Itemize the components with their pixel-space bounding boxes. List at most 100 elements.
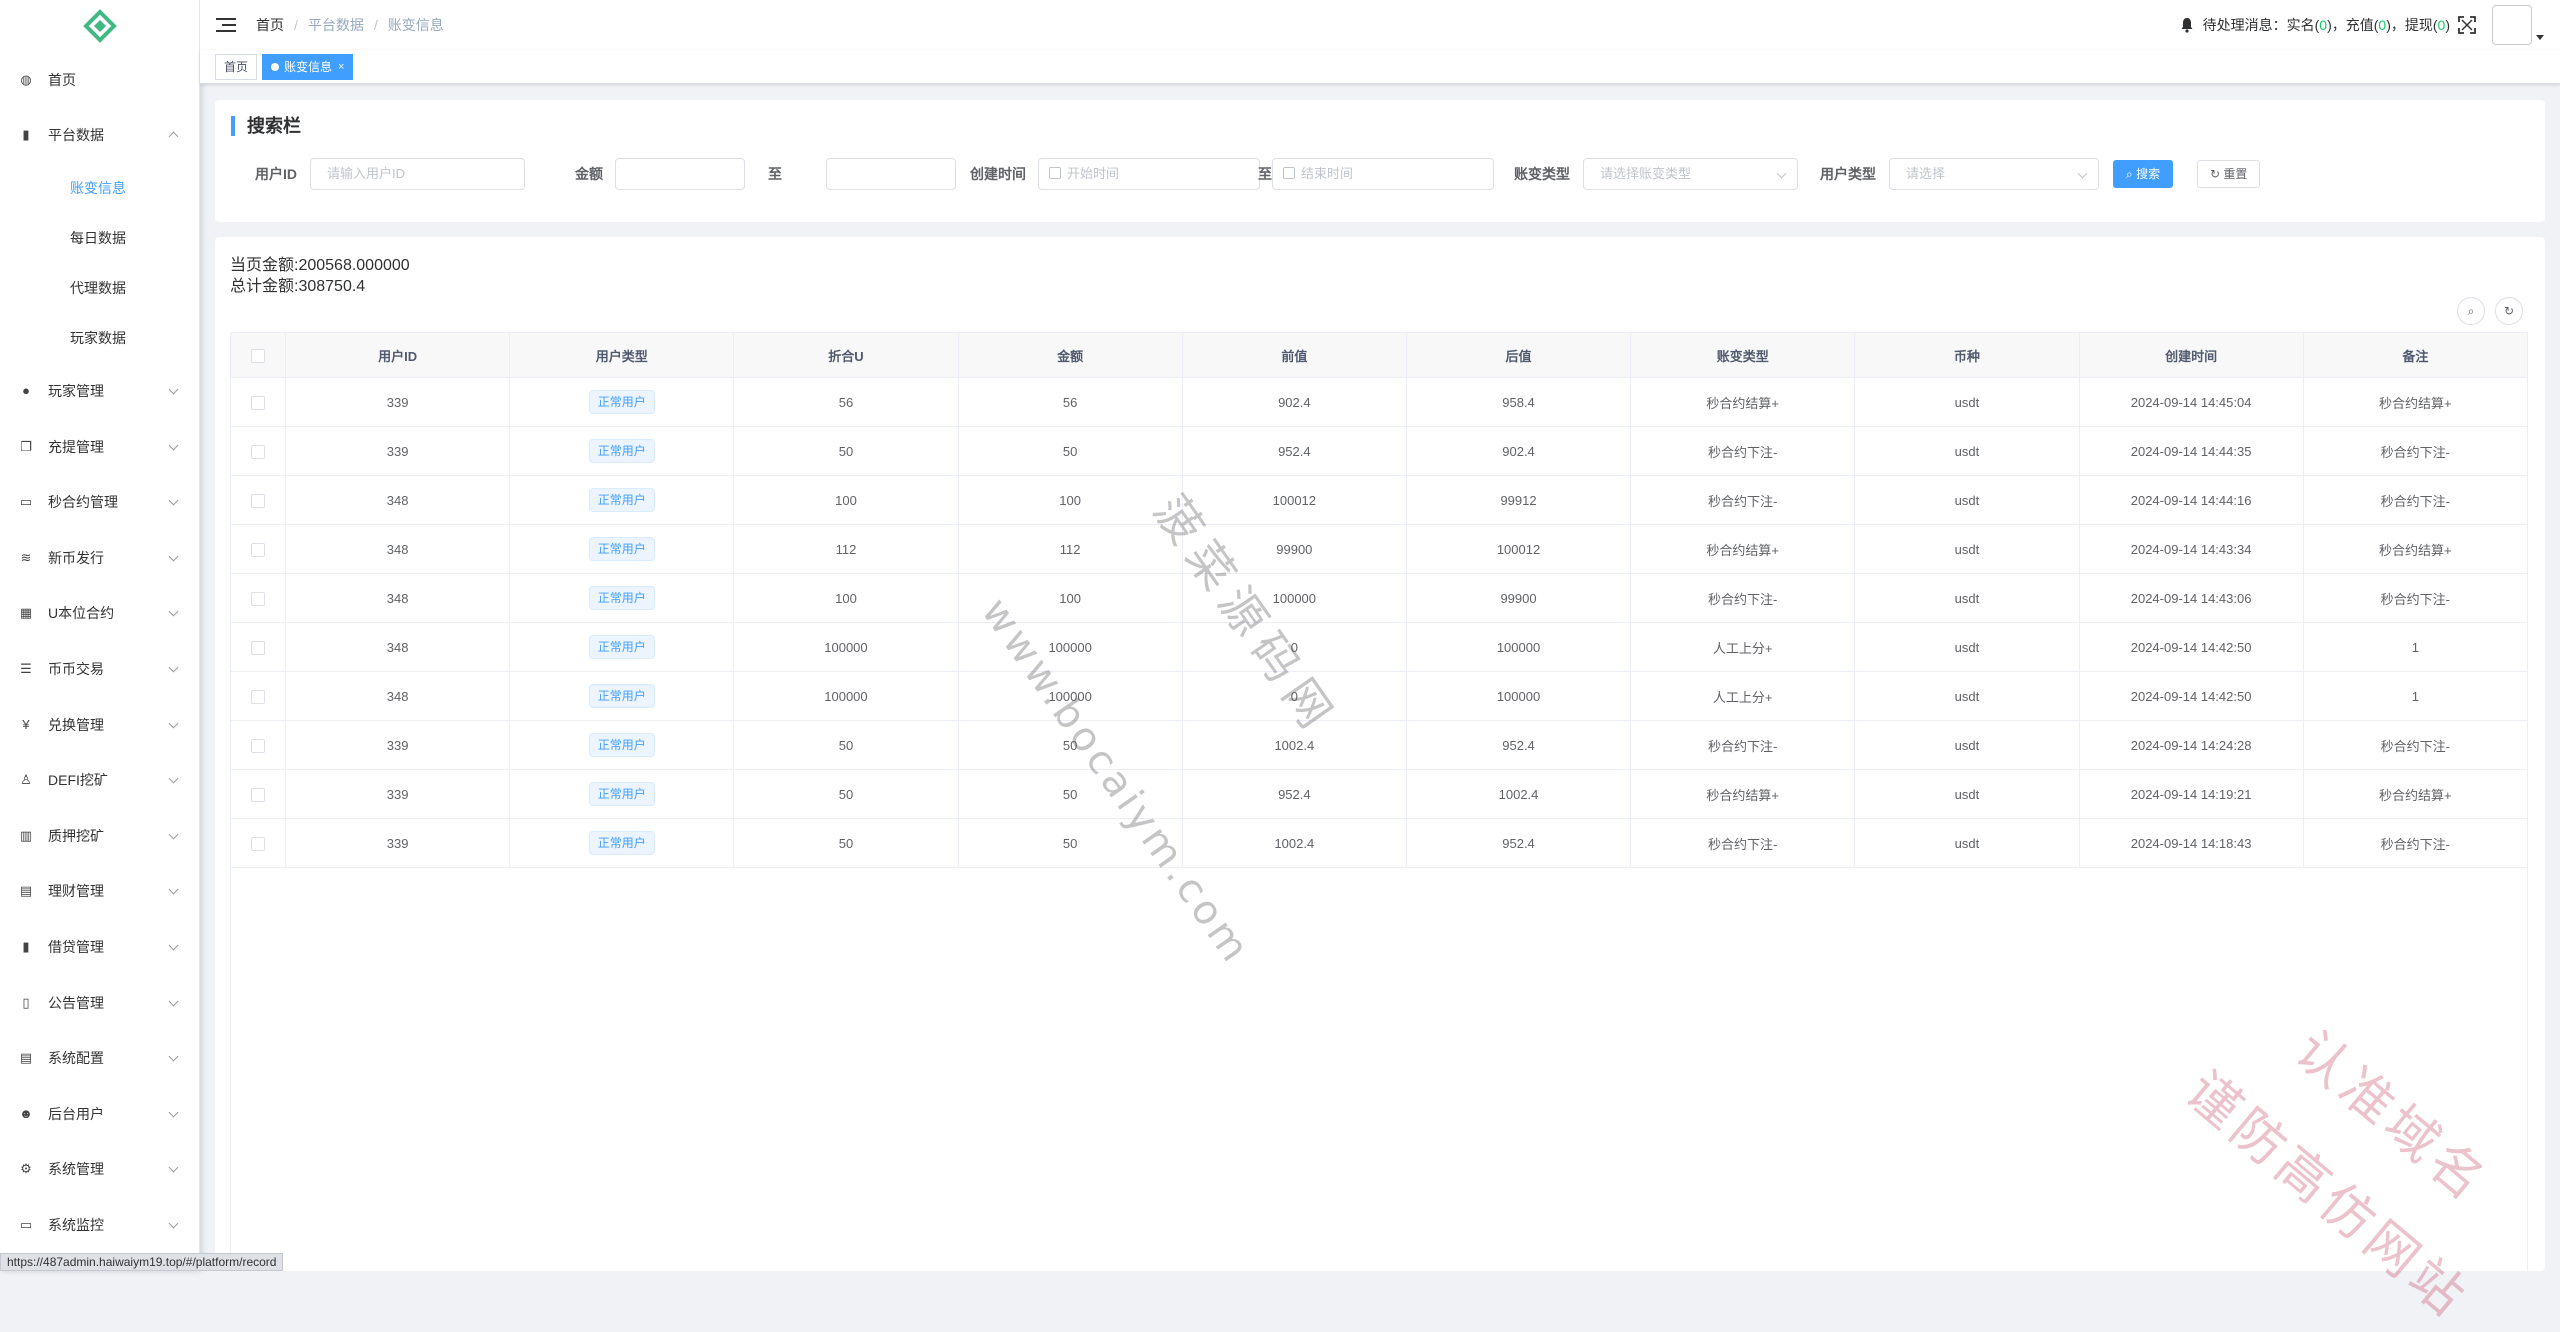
reset-button[interactable]: ↻ 重置 (2197, 160, 2260, 188)
sidebar-subitem[interactable]: 玩家数据 (0, 313, 199, 363)
sidebar-item[interactable]: ≋新币发行 (0, 530, 199, 586)
sidebar-item[interactable]: ❐充提管理 (0, 419, 199, 475)
row-checkbox[interactable] (251, 445, 265, 459)
row-checkbox[interactable] (251, 788, 265, 802)
pending-text: )，充值( (2327, 17, 2378, 33)
search-icon: ⌕ (2468, 304, 2475, 319)
sidebar-item[interactable]: ●玩家管理 (0, 363, 199, 419)
sidebar-item[interactable]: ▮借贷管理 (0, 919, 199, 975)
row-checkbox[interactable] (251, 494, 265, 508)
table-row[interactable]: 348正常用户11211299900100012秒合约结算+usdt2024-0… (231, 525, 2528, 574)
tag-record[interactable]: 账变信息 × (262, 54, 353, 80)
sidebar-subitem[interactable]: 每日数据 (0, 213, 199, 263)
avatar[interactable] (2492, 5, 2532, 45)
table-row[interactable]: 339正常用户50501002.4952.4秒合约下注-usdt2024-09-… (231, 721, 2528, 770)
user-id-input[interactable]: 请输入用户ID (310, 158, 525, 190)
chevron-down-icon (169, 774, 179, 784)
table-row[interactable]: 339正常用户5050952.4902.4秒合约下注-usdt2024-09-1… (231, 427, 2528, 476)
row-checkbox[interactable] (251, 592, 265, 606)
tags-view: 首页 账变信息 × (200, 50, 2560, 84)
row-checkbox[interactable] (251, 641, 265, 655)
logo[interactable] (0, 0, 199, 52)
cell-remark: 秒合约结算+ (2303, 378, 2527, 427)
change-type-placeholder: 请选择账变类型 (1600, 166, 1691, 181)
table-card: 当页金额:200568.000000 总计金额:308750.4 ⌕ ↻ 用户I… (215, 237, 2545, 1271)
pending-message[interactable]: 待处理消息：实名(0)，充值(0)，提现(0) (2203, 15, 2450, 35)
user-type-select[interactable]: 请选择 (1889, 158, 2099, 190)
cell-remark: 秒合约结算+ (2303, 525, 2527, 574)
sidebar-item[interactable]: ▯公告管理 (0, 975, 199, 1031)
sidebar-item[interactable]: ⚙系统管理 (0, 1142, 199, 1198)
sidebar-item[interactable]: ▤系统配置 (0, 1030, 199, 1086)
sidebar-item[interactable]: ▦U本位合约 (0, 586, 199, 642)
table-row[interactable]: 339正常用户5050952.41002.4秒合约结算+usdt2024-09-… (231, 770, 2528, 819)
user-type-badge: 正常用户 (589, 831, 655, 855)
search-button-label: 搜索 (2136, 167, 2160, 181)
list-icon: ☰ (18, 661, 34, 677)
sidebar: ◍首页▮平台数据账变信息每日数据代理数据玩家数据●玩家管理❐充提管理▭秒合约管理… (0, 0, 200, 1271)
active-dot-icon (271, 63, 279, 71)
row-checkbox[interactable] (251, 739, 265, 753)
cell-u: 100 (734, 476, 958, 525)
table-row[interactable]: 348正常用户1000001000000100000人工上分+usdt2024-… (231, 623, 2528, 672)
fullscreen-icon[interactable] (2458, 16, 2476, 34)
sidebar-subitem[interactable]: 账变信息 (0, 163, 199, 213)
cell-coin: usdt (1855, 721, 2079, 770)
bell-icon[interactable] (2179, 17, 2195, 33)
select-all-checkbox[interactable] (251, 349, 265, 363)
cell-u: 100000 (734, 672, 958, 721)
tag-close-icon[interactable]: × (338, 55, 344, 79)
change-type-select[interactable]: 请选择账变类型 (1583, 158, 1798, 190)
select-cell (231, 427, 286, 476)
cell-amount: 56 (958, 378, 1182, 427)
refresh-button[interactable]: ↻ (2495, 297, 2523, 325)
tag-home[interactable]: 首页 (215, 54, 257, 80)
table-row[interactable]: 348正常用户1000001000000100000人工上分+usdt2024-… (231, 672, 2528, 721)
sidebar-item[interactable]: ▮平台数据 (0, 108, 199, 164)
column-header: 前值 (1182, 333, 1406, 378)
chevron-down-icon (169, 718, 179, 728)
cell-utype: 正常用户 (510, 525, 734, 574)
amount-min-input[interactable] (615, 158, 745, 190)
chevron-down-icon (169, 385, 179, 395)
table-row[interactable]: 348正常用户10010010000099900秒合约下注-usdt2024-0… (231, 574, 2528, 623)
cell-ctype: 秒合约下注- (1631, 427, 1855, 476)
row-checkbox[interactable] (251, 396, 265, 410)
sidebar-item[interactable]: ◍首页 (0, 52, 199, 108)
sidebar-item[interactable]: ▥质押挖矿 (0, 808, 199, 864)
search-button[interactable]: ⌕ 搜索 (2113, 160, 2173, 188)
cell-remark: 1 (2303, 672, 2527, 721)
cell-coin: usdt (1855, 378, 2079, 427)
sidebar-item[interactable]: ☰币币交易 (0, 641, 199, 697)
sidebar-item[interactable]: ▭系统监控 (0, 1197, 199, 1253)
sidebar-item-label: 后台用户 (48, 1104, 104, 1124)
sidebar-item[interactable]: ▤理财管理 (0, 864, 199, 920)
cell-after: 1002.4 (1406, 770, 1630, 819)
sidebar-item[interactable]: ¥兑换管理 (0, 697, 199, 753)
table-row[interactable]: 339正常用户5656902.4958.4秒合约结算+usdt2024-09-1… (231, 378, 2528, 427)
end-time-picker[interactable]: 结束时间 (1272, 158, 1494, 190)
amount-max-input[interactable] (826, 158, 956, 190)
sidebar-item[interactable]: ☻后台用户 (0, 1086, 199, 1142)
toggle-search-button[interactable]: ⌕ (2457, 297, 2485, 325)
breadcrumb-home[interactable]: 首页 (256, 15, 284, 35)
cell-before: 100000 (1182, 574, 1406, 623)
sidebar-item-label: U本位合约 (48, 603, 114, 623)
row-checkbox[interactable] (251, 837, 265, 851)
tree-icon: ♙ (18, 772, 34, 788)
sidebar-item[interactable]: ♙DEFI挖矿 (0, 752, 199, 808)
start-time-picker[interactable]: 开始时间 (1038, 158, 1260, 190)
cell-uid: 339 (286, 378, 510, 427)
sidebar-item[interactable]: ▭秒合约管理 (0, 474, 199, 530)
table-row[interactable]: 339正常用户50501002.4952.4秒合约下注-usdt2024-09-… (231, 819, 2528, 868)
table-row[interactable]: 348正常用户10010010001299912秒合约下注-usdt2024-0… (231, 476, 2528, 525)
caret-down-icon[interactable] (2536, 35, 2544, 40)
tag-label: 首页 (224, 55, 248, 79)
hamburger-icon[interactable] (216, 17, 236, 33)
row-checkbox[interactable] (251, 690, 265, 704)
document-icon: ▤ (18, 1050, 34, 1066)
sidebar-subitem[interactable]: 代理数据 (0, 263, 199, 313)
row-checkbox[interactable] (251, 543, 265, 557)
select-cell (231, 721, 286, 770)
amount-label: 金额 (575, 158, 603, 190)
